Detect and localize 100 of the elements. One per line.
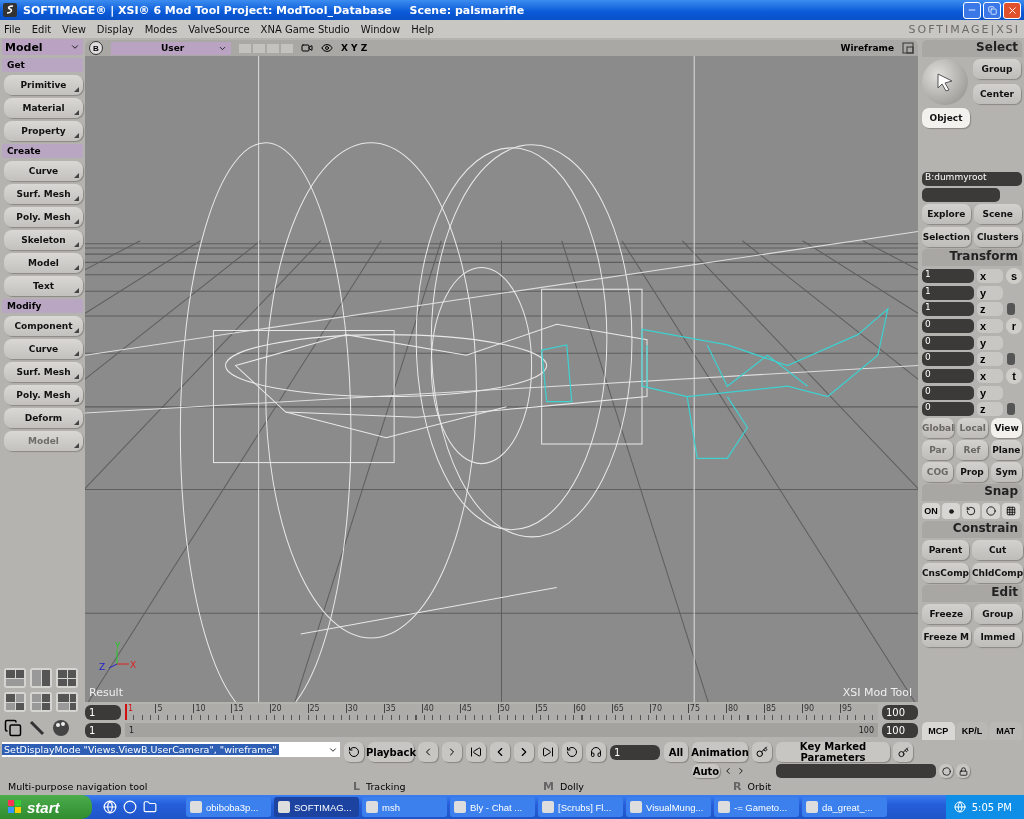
constrain-button[interactable]: CnsComp	[922, 563, 969, 583]
layout-icon[interactable]	[4, 668, 26, 688]
edit-button[interactable]: Group	[973, 604, 1022, 624]
menu-item[interactable]: Display	[96, 23, 134, 35]
camera-icon[interactable]	[301, 42, 313, 54]
axis-button[interactable]: x	[977, 369, 1003, 383]
previous-key-icon[interactable]	[723, 766, 733, 776]
layout-icon[interactable]	[30, 692, 52, 712]
panel-tab[interactable]: MCP	[922, 722, 955, 740]
axis-button[interactable]: z	[977, 352, 1003, 366]
layout-icon[interactable]	[4, 692, 26, 712]
explorer-button[interactable]: Clusters	[973, 227, 1022, 247]
menu-item[interactable]: XNA Game Studio	[260, 23, 350, 35]
option-button[interactable]: Plane	[990, 440, 1022, 460]
next-key-icon[interactable]	[736, 766, 746, 776]
tool-button[interactable]: Model	[4, 253, 83, 273]
taskbar-button[interactable]: [Scrubs] Fl...	[538, 797, 623, 817]
tool-button[interactable]: Material	[4, 98, 83, 118]
tool-button[interactable]: Poly. Mesh	[4, 385, 83, 405]
option-button[interactable]: View	[991, 418, 1022, 438]
taskbar-button[interactable]: obiboba3p...	[186, 797, 271, 817]
minimize-button[interactable]	[963, 1, 981, 19]
browser-icon[interactable]	[103, 800, 117, 814]
curve-icon[interactable]	[966, 506, 976, 516]
edit-button[interactable]: Freeze M	[922, 627, 971, 647]
tool-button[interactable]: Surf. Mesh	[4, 184, 83, 204]
explorer-button[interactable]: Scene	[973, 204, 1022, 224]
tool-button[interactable]: Component	[4, 316, 83, 336]
axis-button[interactable]: z	[977, 302, 1003, 316]
taskbar-button[interactable]: msh	[362, 797, 447, 817]
option-button[interactable]: Object	[922, 108, 970, 128]
camera-dropdown[interactable]: User	[111, 41, 231, 55]
explorer-button[interactable]: Explore	[922, 204, 971, 224]
layout-icon[interactable]	[56, 692, 78, 712]
tool-button[interactable]: Skeleton	[4, 230, 83, 250]
point-snap-button[interactable]	[942, 503, 960, 519]
transform-value-field[interactable]: 1	[922, 302, 974, 316]
command-field[interactable]: SetDisplayMode "Views.ViewB.UserCamera", "wireframe"	[2, 742, 340, 757]
axis-button[interactable]: x	[977, 269, 1003, 283]
filter-field[interactable]	[922, 188, 1000, 202]
circle-icon[interactable]	[986, 506, 996, 516]
menu-item[interactable]: Window	[360, 23, 401, 35]
constrain-button[interactable]: Cut	[972, 540, 1024, 560]
caret-icon[interactable]	[70, 42, 80, 52]
axis-button[interactable]: x	[977, 319, 1003, 333]
taskbar-button[interactable]: SOFTIMAG...	[274, 797, 359, 817]
tool-button[interactable]: Text	[4, 276, 83, 296]
option-button[interactable]: Sym	[990, 462, 1022, 482]
option-button[interactable]: Prop	[956, 462, 988, 482]
transform-mode-button[interactable]: s	[1006, 268, 1022, 284]
eye-icon[interactable]	[321, 42, 333, 54]
transform-value-field[interactable]: 1	[922, 269, 974, 283]
brush-icon[interactable]	[28, 719, 46, 737]
edit-button[interactable]: Freeze	[922, 604, 971, 624]
tool-button[interactable]: Property	[4, 121, 83, 141]
taskbar-button[interactable]: da_great_...	[802, 797, 887, 817]
menu-item[interactable]: View	[62, 23, 86, 35]
taskbar-button[interactable]: Bly - Chat ...	[450, 797, 535, 817]
transform-value-field[interactable]: 0	[922, 336, 974, 350]
select-arrow-button[interactable]	[922, 59, 968, 105]
menu-item[interactable]: Modes	[144, 23, 178, 35]
axis-toggles[interactable]: X Y Z	[341, 43, 368, 53]
transform-mode-button[interactable]: r	[1006, 318, 1022, 334]
grid-icon[interactable]	[1006, 506, 1016, 516]
transform-value-field[interactable]: 0	[922, 402, 974, 416]
snap-on-button[interactable]: ON	[922, 503, 940, 519]
dot-icon[interactable]	[948, 508, 954, 514]
taskbar-button[interactable]: -= Gameto...	[714, 797, 799, 817]
axis-button[interactable]: z	[977, 402, 1003, 416]
range-bar[interactable]: 1 100	[125, 723, 878, 737]
menu-item[interactable]: Edit	[31, 23, 52, 35]
tool-button[interactable]: Deform	[4, 408, 83, 428]
axis-button[interactable]: y	[977, 336, 1003, 350]
panel-tab[interactable]: MAT	[989, 722, 1022, 740]
layout-icon[interactable]	[56, 668, 78, 688]
window-icon[interactable]	[278, 801, 290, 813]
transform-value-field[interactable]: 0	[922, 352, 974, 366]
restore-button[interactable]	[983, 1, 1001, 19]
tool-button[interactable]: Surf. Mesh	[4, 362, 83, 382]
panel-tab[interactable]: KP/L	[955, 722, 989, 740]
surface-snap-button[interactable]	[982, 503, 1000, 519]
grid-snap-button[interactable]	[1002, 503, 1020, 519]
tool-button[interactable]: Primitive	[4, 75, 83, 95]
start-frame-field[interactable]: 1	[85, 704, 121, 720]
selection-name-field[interactable]: B:dummyroot	[922, 172, 1022, 186]
constrain-button[interactable]: Parent	[922, 540, 969, 560]
menu-item[interactable]: Help	[411, 23, 434, 35]
layout-icon[interactable]	[30, 668, 52, 688]
tool-button[interactable]: Poly. Mesh	[4, 207, 83, 227]
playback-menu[interactable]: Playback	[368, 742, 414, 762]
transform-value-field[interactable]: 0	[922, 319, 974, 333]
transform-value-field[interactable]: 0	[922, 369, 974, 383]
viewport-letter-button[interactable]: B	[89, 41, 103, 55]
timeline-ruler[interactable]: 1 5 10 15 20 25 30 35 40 45 50 55 60 65 70 75 80 85 90 95	[125, 704, 878, 720]
tool-button[interactable]: Curve	[4, 161, 83, 181]
mode-dropdown[interactable]: Model	[2, 39, 83, 55]
range-end-field[interactable]: 100	[882, 722, 918, 738]
current-frame-field[interactable]: 1	[610, 745, 660, 760]
transform-value-field[interactable]: 0	[922, 386, 974, 400]
transform-mode-button[interactable]: t	[1006, 368, 1022, 384]
